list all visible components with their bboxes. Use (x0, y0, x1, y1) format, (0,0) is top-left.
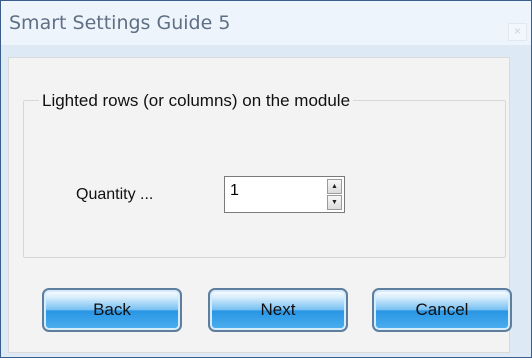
back-button[interactable]: Back (42, 288, 182, 332)
quantity-label: Quantity ... (76, 186, 154, 203)
spin-up-button[interactable]: ▲ (327, 179, 342, 194)
quantity-input[interactable]: 1 (230, 182, 239, 200)
close-button[interactable]: × (508, 23, 527, 41)
close-icon: × (513, 24, 521, 38)
arrow-up-icon: ▲ (331, 183, 338, 190)
title-bar[interactable]: Smart Settings Guide 5 × (1, 1, 531, 45)
cancel-button[interactable]: Cancel (372, 288, 512, 332)
quantity-spinbox[interactable]: 1 ▲ ▼ (224, 176, 345, 213)
next-button[interactable]: Next (208, 288, 348, 332)
arrow-down-icon: ▼ (331, 199, 338, 206)
window-title: Smart Settings Guide 5 (9, 12, 231, 34)
spin-down-button[interactable]: ▼ (327, 195, 342, 210)
spin-buttons: ▲ ▼ (327, 179, 342, 210)
group-legend: Lighted rows (or columns) on the module (39, 90, 354, 112)
